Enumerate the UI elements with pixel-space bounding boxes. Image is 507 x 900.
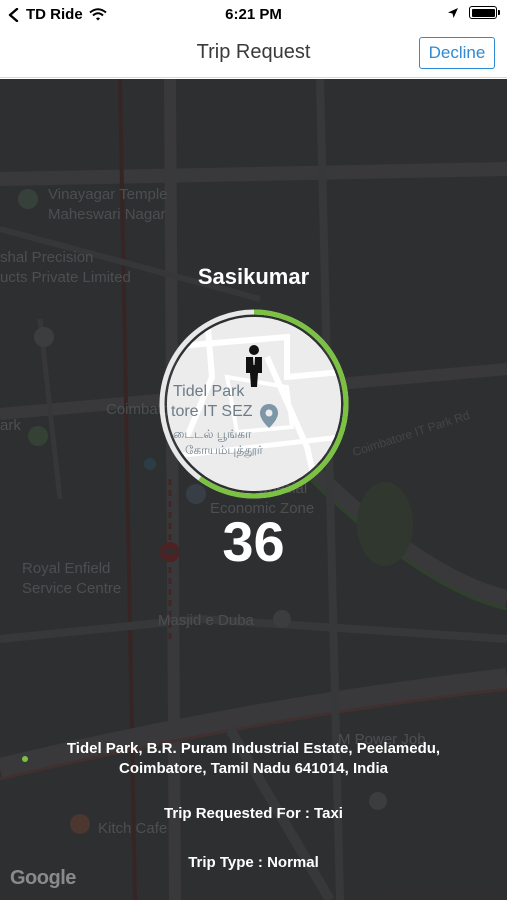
mini-map-label-1: Tidel Park — [173, 383, 245, 400]
nav-bar: Trip Request Decline — [0, 30, 507, 78]
mini-map-tamil-2: கோயம்புத்தூர் — [185, 443, 264, 457]
map-view[interactable]: Vinayagar Temple Maheswari Nagar shal Pr… — [0, 79, 507, 900]
rider-name: Sasikumar — [197, 264, 310, 289]
countdown-seconds: 36 — [222, 510, 285, 573]
pickup-mini-map: Tidel Park tore IT SEZ டைடல் பூங்கா கோயம… — [167, 317, 341, 491]
trip-requested-for: Trip Requested For : Taxi — [164, 805, 343, 822]
pickup-address-line-2: Coimbatore, Tamil Nadu 641014, India — [119, 760, 388, 777]
google-logo: Google — [10, 867, 76, 889]
status-time: 6:21 PM — [225, 6, 282, 23]
status-bar: TD Ride 6:21 PM — [0, 0, 507, 30]
pickup-address: Tidel Park, B.R. Puram Industrial Estate… — [50, 739, 457, 779]
status-right — [447, 6, 500, 19]
decline-button[interactable]: Decline — [419, 37, 495, 69]
location-pin-icon — [260, 404, 278, 428]
current-location-dot — [22, 756, 28, 762]
location-arrow-icon — [448, 7, 458, 18]
driver-person-icon — [246, 345, 262, 387]
battery-icon — [469, 6, 500, 19]
mini-map-label-2: tore IT SEZ — [171, 403, 253, 420]
trip-type: Trip Type : Normal — [188, 854, 319, 871]
pickup-address-line-1: Tidel Park, B.R. Puram Industrial Estate… — [66, 740, 441, 757]
